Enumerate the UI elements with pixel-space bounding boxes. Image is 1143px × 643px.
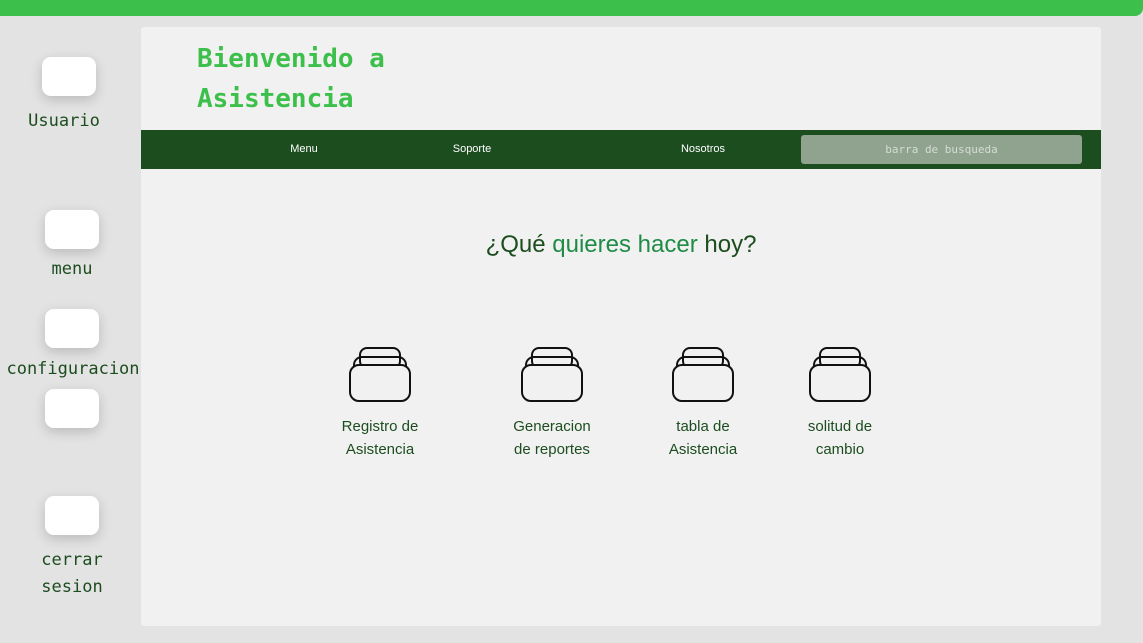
top-accent-bar (0, 0, 1143, 16)
tile-change-request[interactable]: solitud de cambio (780, 345, 900, 461)
stack-icon (320, 345, 440, 403)
question-prefix: ¿Qué (485, 231, 553, 258)
stack-icon (492, 345, 612, 403)
configuration-button[interactable] (45, 309, 99, 348)
tile-label-line2: Asistencia (668, 441, 738, 458)
nav-menu[interactable]: Menu (290, 130, 318, 169)
search-input[interactable] (801, 135, 1082, 164)
tile-label-line2: Asistencia (345, 441, 415, 458)
page-title-line2: Asistencia (197, 84, 354, 114)
main-question: ¿Qué quieres hacer hoy? (141, 231, 1101, 259)
user-button[interactable] (42, 57, 96, 96)
tile-label-line1: Registro de (341, 418, 419, 435)
tile-label: solitud de cambio (780, 415, 900, 461)
logout-button[interactable] (45, 496, 99, 535)
logout-label-line1: cerrar (41, 550, 103, 570)
configuration-label: configuracion (6, 359, 140, 379)
question-accent: quieres hacer (552, 231, 698, 258)
navbar: Menu Soporte Nosotros (141, 130, 1101, 169)
nav-about[interactable]: Nosotros (681, 130, 725, 169)
unlabeled-button[interactable] (45, 389, 99, 428)
menu-label: menu (51, 259, 93, 279)
tile-report-generation[interactable]: Generacion de reportes (492, 345, 612, 461)
question-suffix: hoy? (697, 231, 757, 258)
logout-label-line2: sesion (41, 577, 103, 597)
tile-label: Registro de Asistencia (320, 415, 440, 461)
stack-icon (780, 345, 900, 403)
page-title: Bienvenido a Asistencia (197, 39, 385, 119)
tile-attendance-table[interactable]: tabla de Asistencia (643, 345, 763, 461)
menu-button[interactable] (45, 210, 99, 249)
tile-label-line2: de reportes (514, 441, 590, 458)
tile-label-line1: solitud de (807, 418, 873, 435)
user-label: Usuario (28, 111, 100, 131)
stack-icon (643, 345, 763, 403)
nav-support[interactable]: Soporte (453, 130, 492, 169)
tile-label: tabla de Asistencia (643, 415, 763, 461)
tile-label-line1: Generacion (513, 418, 591, 435)
tile-attendance-registry[interactable]: Registro de Asistencia (320, 345, 440, 461)
tile-label: Generacion de reportes (492, 415, 612, 461)
tile-label-line2: cambio (815, 441, 865, 458)
page-title-line1: Bienvenido a (197, 44, 385, 74)
tile-label-line1: tabla de (676, 418, 730, 435)
main-panel: Bienvenido a Asistencia Menu Soporte Nos… (141, 27, 1101, 626)
